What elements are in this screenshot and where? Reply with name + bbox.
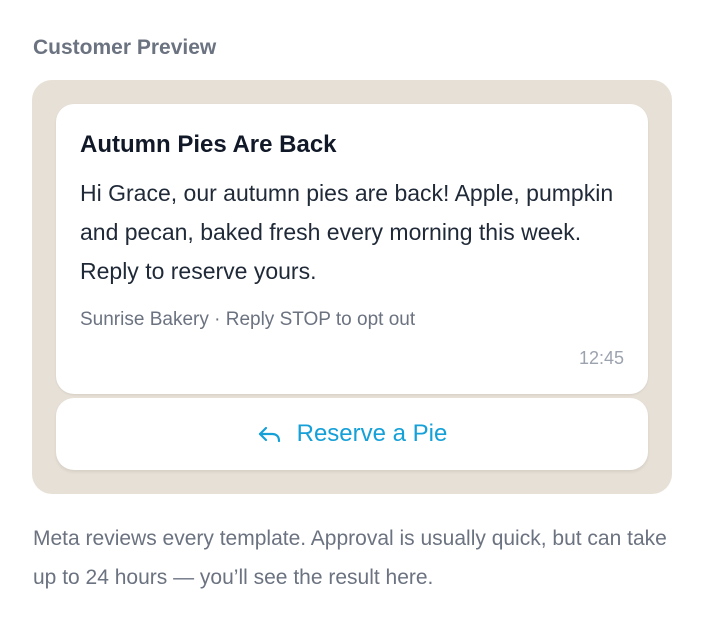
message-bubble: Autumn Pies Are Back Hi Grace, our autum… [56, 104, 648, 394]
customer-preview-frame: Autumn Pies Are Back Hi Grace, our autum… [32, 80, 672, 494]
message-timestamp: 12:45 [578, 348, 624, 368]
message-title: Autumn Pies Are Back [80, 131, 337, 158]
approval-help-text: Meta reviews every template. Approval is… [33, 527, 667, 589]
quick-reply-button[interactable]: Reserve a Pie [56, 398, 648, 470]
message-body: Hi Grace, our autumn pies are back! Appl… [80, 180, 614, 284]
section-label: Customer Preview [33, 36, 217, 59]
quick-reply-label: Reserve a Pie [296, 420, 448, 447]
message-footer: Sunrise Bakery · Reply STOP to opt out [80, 309, 416, 330]
reply-arrow-icon [257, 423, 283, 445]
